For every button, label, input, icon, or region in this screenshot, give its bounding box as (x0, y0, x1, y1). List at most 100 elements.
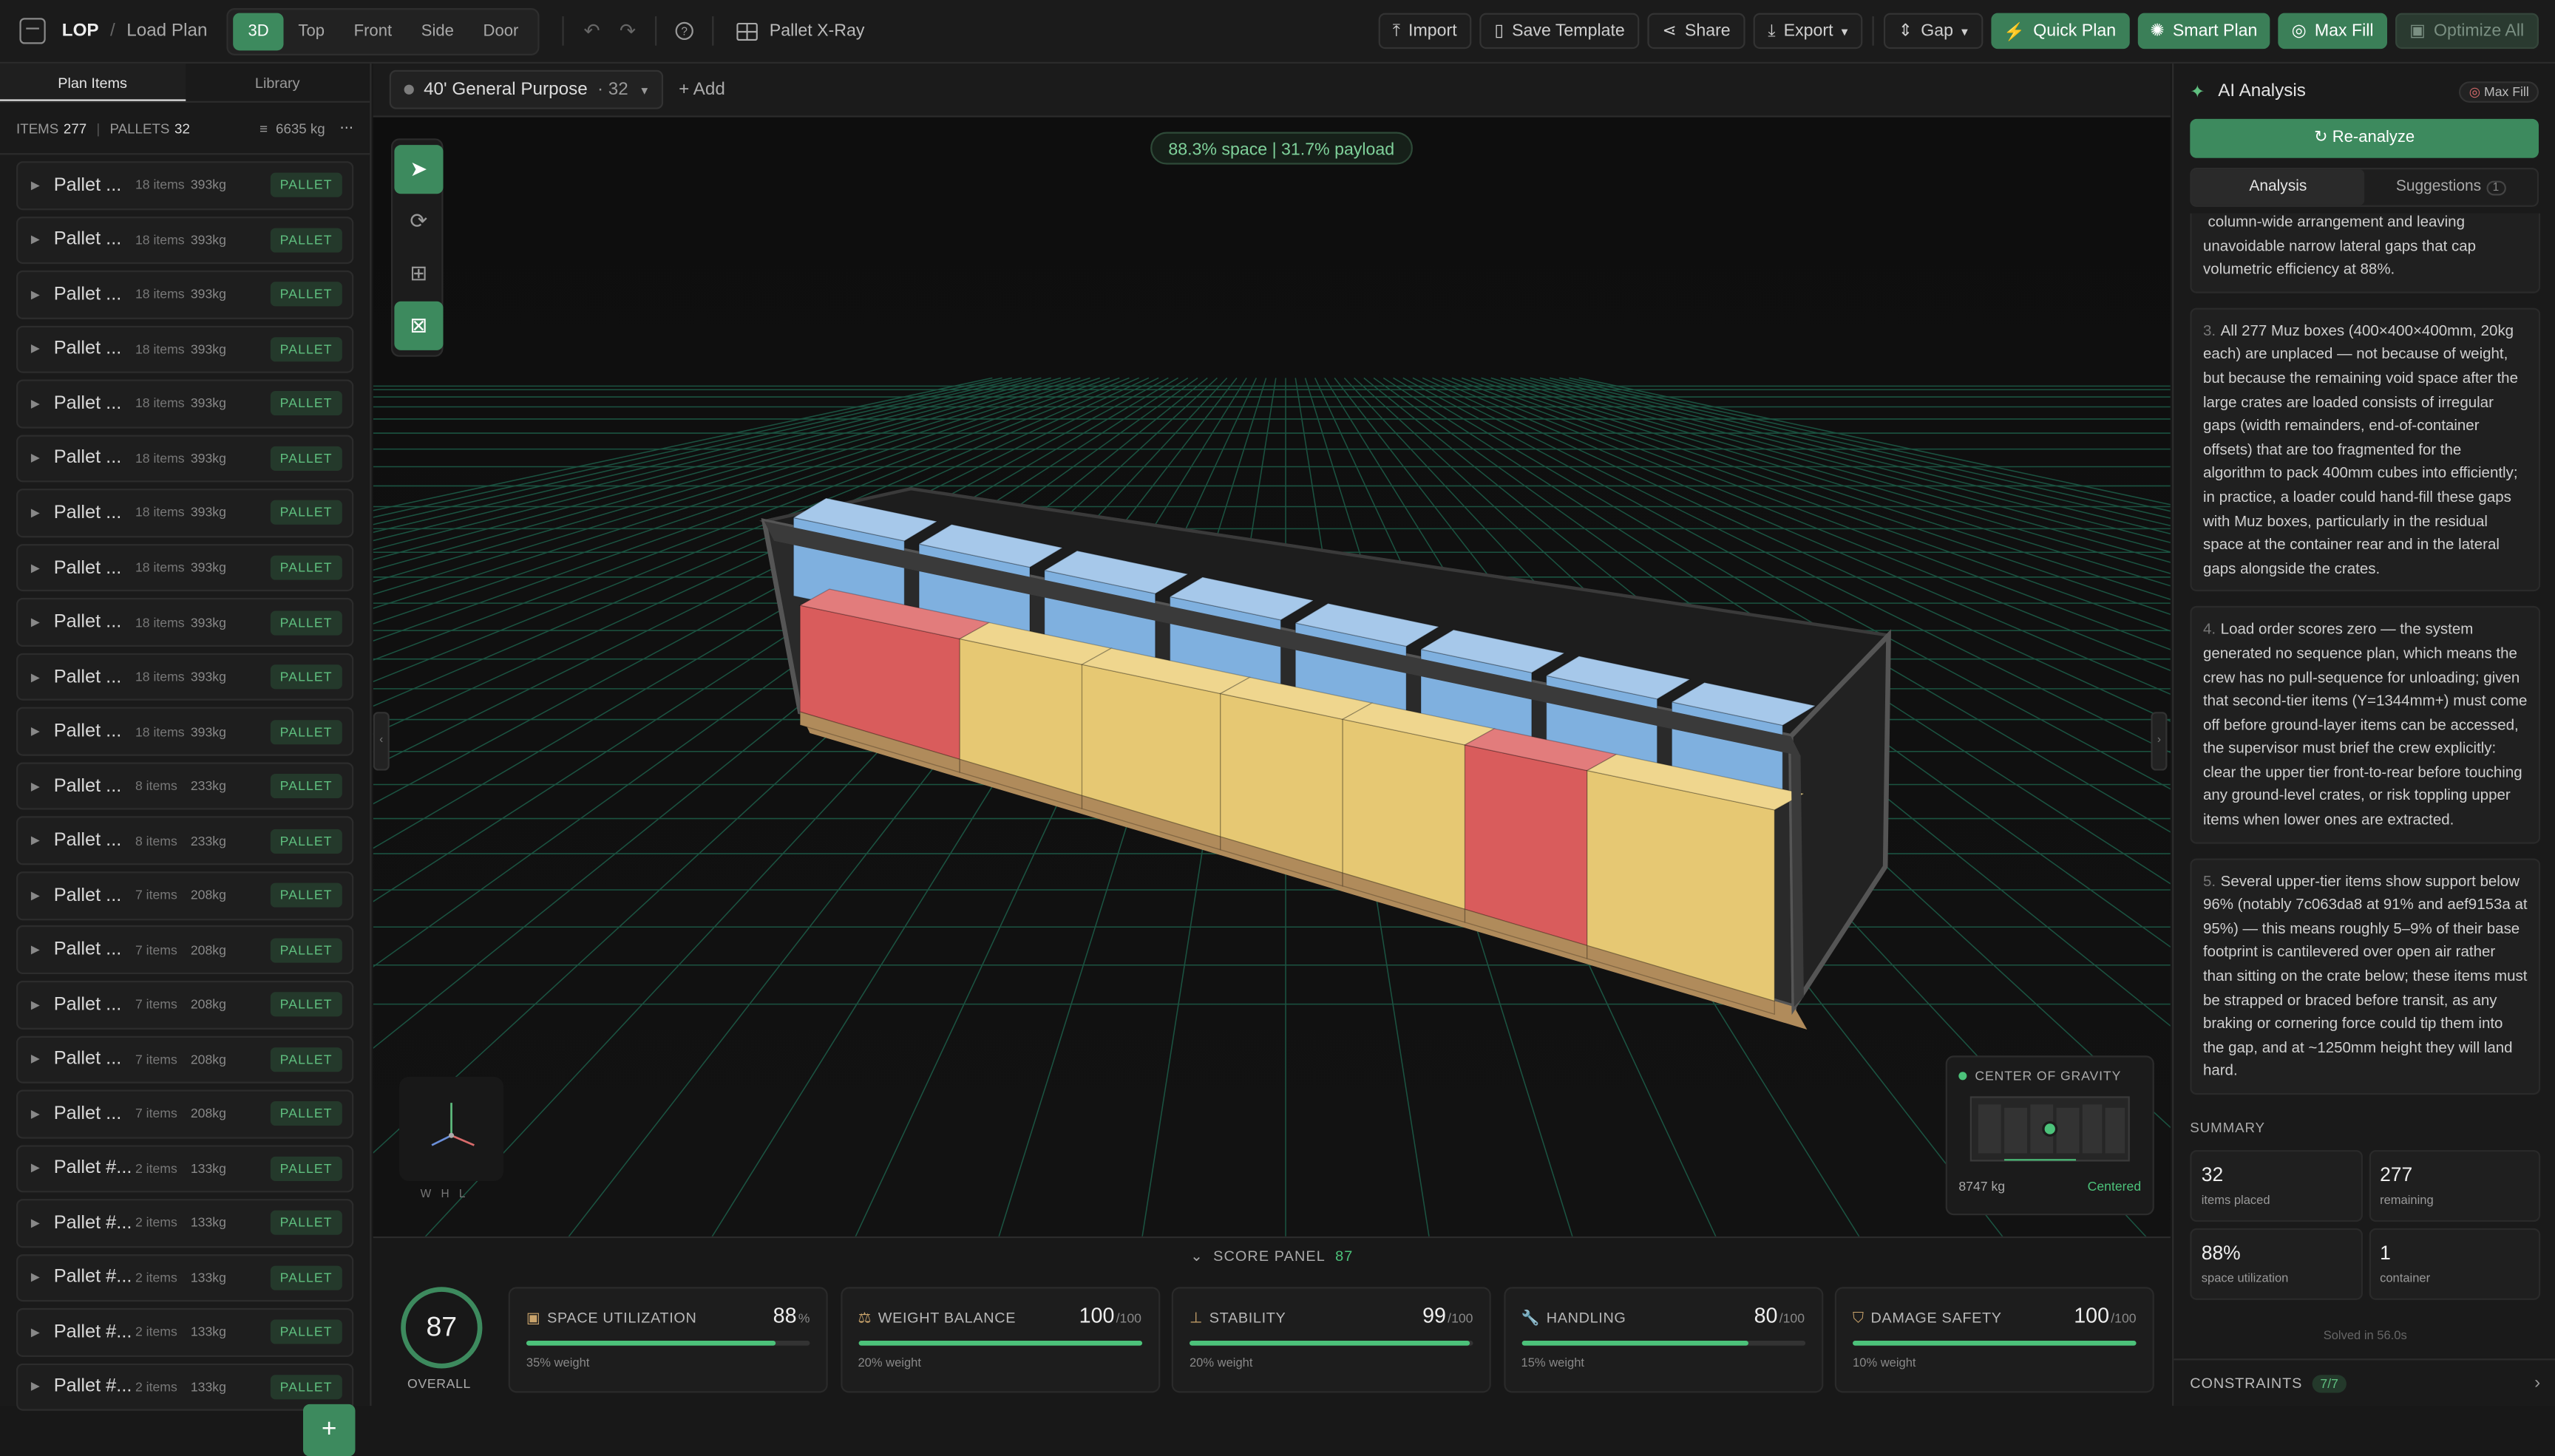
view-front-button[interactable]: Front (339, 13, 407, 50)
expand-caret-icon[interactable]: ▶ (31, 725, 54, 738)
app-logo-icon[interactable] (19, 18, 46, 44)
pallet-row[interactable]: ▶ Pallet ... 7 items 208kg PALLET (16, 980, 354, 1030)
undo-icon[interactable]: ↶ (574, 13, 609, 49)
pallet-row[interactable]: ▶ Pallet ... 18 items 393kg PALLET (16, 434, 354, 483)
import-button[interactable]: ⤒ Import (1377, 13, 1472, 50)
pallet-row[interactable]: ▶ Pallet ... 18 items 393kg PALLET (16, 216, 354, 265)
view-top-button[interactable]: Top (284, 13, 339, 50)
rotate-icon[interactable]: ⟳ (394, 197, 443, 246)
expand-caret-icon[interactable]: ▶ (31, 889, 54, 902)
expand-caret-icon[interactable]: ▶ (31, 1107, 54, 1120)
expand-caret-icon[interactable]: ▶ (31, 234, 54, 246)
select-cursor-icon[interactable]: ➤ (394, 145, 444, 194)
pallet-row[interactable]: ▶ Pallet #... 2 items 133kg PALLET (16, 1199, 354, 1248)
pallet-row[interactable]: ▶ Pallet ... 18 items 393kg PALLET (16, 379, 354, 429)
pallet-row[interactable]: ▶ Pallet #... 2 items 133kg PALLET (16, 1363, 354, 1412)
expand-caret-icon[interactable]: ▶ (31, 288, 54, 301)
view-side-button[interactable]: Side (407, 13, 469, 50)
max-fill-button[interactable]: ◎ Max Fill (2278, 13, 2387, 50)
expand-caret-icon[interactable]: ▶ (31, 561, 54, 574)
expand-caret-icon[interactable]: ▶ (31, 1271, 54, 1284)
pallet-row[interactable]: ▶ Pallet ... 8 items 233kg PALLET (16, 762, 354, 811)
score-panel-header[interactable]: ⌄ SCORE PANEL 87 (373, 1238, 2171, 1273)
axis-gizmo[interactable] (399, 1076, 504, 1181)
expand-caret-icon[interactable]: ▶ (31, 616, 54, 628)
apps-grid-icon[interactable]: ⊞ (394, 249, 443, 298)
pallet-row[interactable]: ▶ Pallet ... 7 items 208kg PALLET (16, 1035, 354, 1084)
tab-suggestions[interactable]: Suggestions 1 (2364, 169, 2537, 205)
pallet-row[interactable]: ▶ Pallet ... 7 items 208kg PALLET (16, 1089, 354, 1138)
pallet-type-badge: PALLET (270, 1375, 342, 1400)
expand-caret-icon[interactable]: ▶ (31, 834, 54, 847)
tab-library[interactable]: Library (185, 64, 370, 101)
pallet-type-badge: PALLET (270, 1047, 342, 1072)
pallet-row[interactable]: ▶ Pallet ... 18 items 393kg PALLET (16, 707, 354, 756)
expand-caret-icon[interactable]: ▶ (31, 398, 54, 410)
summary-label: SUMMARY (2190, 1119, 2265, 1136)
add-item-button[interactable]: + (302, 1404, 356, 1456)
expand-caret-icon[interactable]: ▶ (31, 1162, 54, 1175)
scene-canvas[interactable] (373, 117, 2171, 1236)
expand-caret-icon[interactable]: ▶ (31, 1381, 54, 1393)
export-button[interactable]: ⤓ Export ▾ (1753, 13, 1863, 50)
expand-caret-icon[interactable]: ▶ (31, 944, 54, 956)
pallet-row[interactable]: ▶ Pallet ... 18 items 393kg PALLET (16, 161, 354, 210)
expand-caret-icon[interactable]: ▶ (31, 452, 54, 465)
pallet-row[interactable]: ▶ Pallet ... 18 items 393kg PALLET (16, 653, 354, 701)
score-card-space-utilization[interactable]: ▣ SPACE UTILIZATION 88% 35% weight (508, 1287, 828, 1393)
pallet-row[interactable]: ▶ Pallet ... 18 items 393kg PALLET (16, 598, 354, 647)
add-container-button[interactable]: + Add (679, 80, 725, 99)
tab-analysis[interactable]: Analysis (2191, 169, 2365, 205)
pallet-xray-toggle[interactable]: Pallet X-Ray (736, 21, 864, 41)
tab-plan-items[interactable]: Plan Items (0, 63, 186, 101)
optimize-all-button[interactable]: ▣ Optimize All (2395, 13, 2539, 50)
more-icon[interactable]: ⋯ (340, 119, 354, 137)
score-card-stability[interactable]: ⊥ STABILITY 99/100 20% weight (1171, 1287, 1491, 1393)
analysis-scroll-area[interactable]: column-wide arrangement and leaving unav… (2190, 213, 2541, 1113)
smart-plan-button[interactable]: ✺ Smart Plan (2137, 13, 2270, 50)
save-template-button[interactable]: ▯ Save Template (1479, 13, 1640, 50)
list-icon[interactable]: ≡ (259, 120, 268, 136)
score-card-weight-balance[interactable]: ⚖ WEIGHT BALANCE 100/100 20% weight (840, 1287, 1160, 1393)
pallet-row[interactable]: ▶ Pallet ... 18 items 393kg PALLET (16, 324, 354, 374)
expand-caret-icon[interactable]: ▶ (31, 506, 54, 520)
target-icon: ◎ (2291, 21, 2307, 41)
gap-dropdown[interactable]: ⇕ Gap ▾ (1883, 13, 1983, 50)
expand-caret-icon[interactable]: ▶ (31, 670, 54, 683)
pallet-row[interactable]: ▶ Pallet #... 2 items 133kg PALLET (16, 1253, 354, 1302)
expand-caret-icon[interactable]: ▶ (31, 179, 54, 191)
expand-caret-icon[interactable]: ▶ (31, 1326, 54, 1338)
3d-viewport[interactable]: 88.3% space | 31.7% payload ➤ ⟳ ⊞ ⊠ WHL … (373, 117, 2171, 1236)
redo-icon[interactable]: ↷ (610, 13, 645, 49)
view-3d-button[interactable]: 3D (233, 12, 284, 50)
pallet-row[interactable]: ▶ Pallet #... 2 items 133kg PALLET (16, 1144, 354, 1193)
expand-caret-icon[interactable]: ▶ (31, 1053, 54, 1066)
pallet-row[interactable]: ▶ Pallet #... 2 items 133kg PALLET (16, 1308, 354, 1357)
expand-caret-icon[interactable]: ▶ (31, 999, 54, 1011)
pallet-row[interactable]: ▶ Pallet ... 18 items 393kg PALLET (16, 543, 354, 592)
constraints-row[interactable]: CONSTRAINTS 7/7 › (2174, 1358, 2555, 1406)
pallet-row[interactable]: ▶ Pallet ... 7 items 208kg PALLET (16, 871, 354, 920)
pallet-row[interactable]: ▶ Pallet ... 18 items 393kg PALLET (16, 271, 354, 319)
share-button[interactable]: ⋖ Share (1647, 13, 1745, 50)
expand-caret-icon[interactable]: ▶ (31, 780, 54, 792)
quick-plan-button[interactable]: ⚡ Quick Plan (1990, 13, 2129, 50)
pallet-row[interactable]: ▶ Pallet ... 8 items 233kg PALLET (16, 817, 354, 865)
view-door-button[interactable]: Door (469, 13, 533, 50)
pallet-row[interactable]: ▶ Pallet ... 7 items 208kg PALLET (16, 925, 354, 975)
reanalyze-button[interactable]: ↻ Re-analyze (2190, 118, 2539, 158)
score-card-damage-safety[interactable]: ⛉ DAMAGE SAFETY 100/100 10% weight (1834, 1287, 2154, 1393)
collapse-left-handle[interactable]: ‹ (373, 712, 390, 771)
score-card-unit: % (798, 1311, 810, 1327)
pallet-row[interactable]: ▶ Pallet ... 18 items 393kg PALLET (16, 489, 354, 537)
overall-score-ring: 87 (401, 1287, 483, 1369)
expand-caret-icon[interactable]: ▶ (31, 1217, 54, 1229)
score-card-handling[interactable]: 🔧 HANDLING 80/100 15% weight (1503, 1287, 1823, 1393)
expand-caret-icon[interactable]: ▶ (31, 343, 54, 356)
breadcrumb-root[interactable]: LOP (62, 21, 99, 41)
xray-box-icon[interactable]: ⊠ (394, 301, 444, 350)
help-icon[interactable]: ? (667, 13, 702, 49)
collapse-right-handle[interactable]: › (2151, 712, 2168, 771)
pallet-type-badge: PALLET (270, 1101, 342, 1126)
container-selector[interactable]: 40' General Purpose · 32 ▾ (389, 69, 663, 109)
